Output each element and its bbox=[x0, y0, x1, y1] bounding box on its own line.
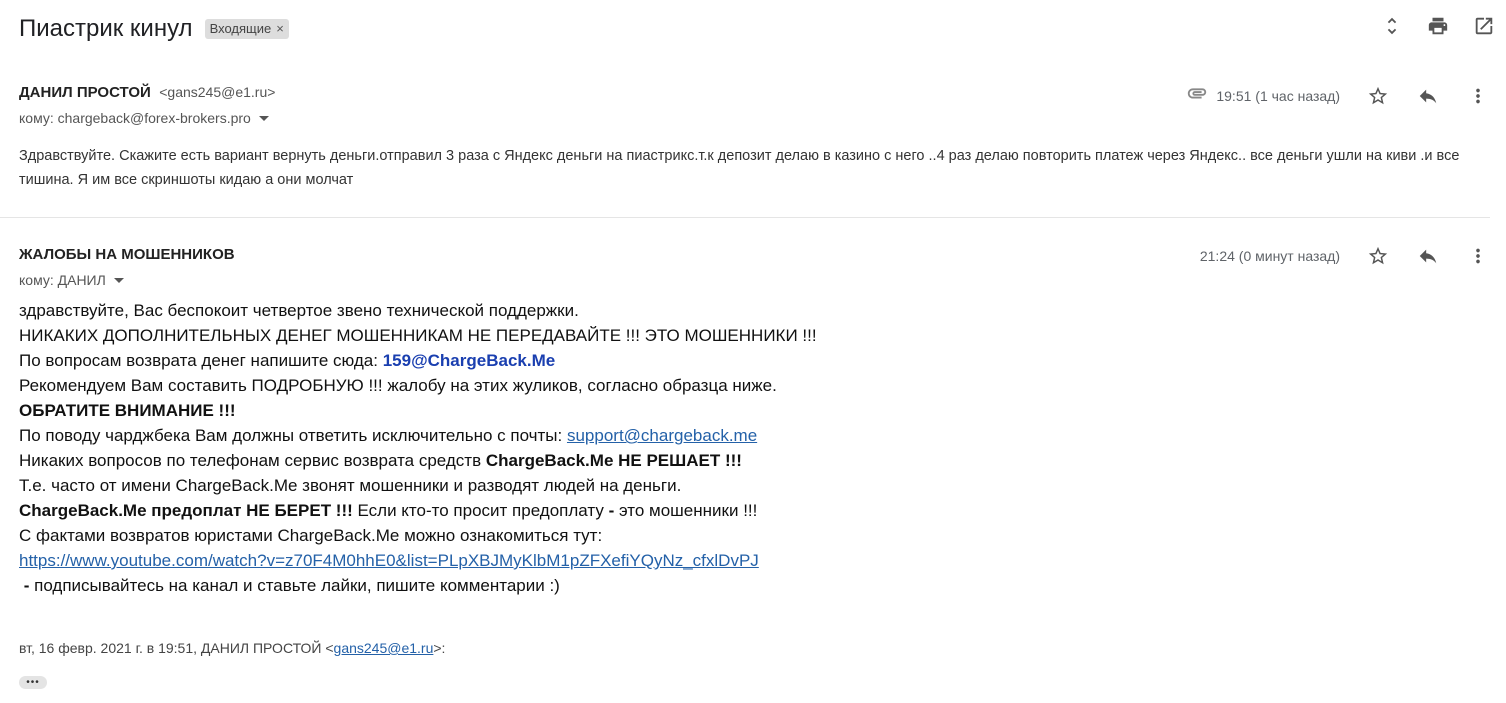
body-line: Т.е. часто от имени ChargeBack.Me звонят… bbox=[19, 476, 682, 495]
youtube-link[interactable]: https://www.youtube.com/watch?v=z70F4M0h… bbox=[19, 551, 759, 570]
thread-subject: Пиастрик кинул bbox=[19, 15, 193, 42]
message-1-body: Здравствуйте. Скажите есть вариант верну… bbox=[19, 148, 1460, 188]
message-1-meta: 19:51 (1 час назад) bbox=[1186, 82, 1490, 109]
body-line: здравствуйте, Вас беспокоит четвертое зв… bbox=[19, 301, 579, 320]
quoted-header: вт, 16 февр. 2021 г. в 19:51, ДАНИЛ ПРОС… bbox=[19, 640, 445, 656]
body-text: Никаких вопросов по телефонам сервис воз… bbox=[19, 451, 486, 470]
recipient-text: кому: chargeback@forex-brokers.pro bbox=[19, 110, 251, 126]
star-icon[interactable] bbox=[1366, 244, 1390, 268]
quote-email-link[interactable]: gans245@e1.ru bbox=[334, 640, 434, 656]
body-line: Никаких вопросов по телефонам сервис воз… bbox=[19, 448, 1490, 473]
message-1: ДАНИЛ ПРОСТОЙ <gans245@e1.ru> кому: char… bbox=[19, 84, 1490, 192]
show-details-caret-icon[interactable] bbox=[113, 277, 124, 283]
attachment-icon bbox=[1186, 82, 1208, 109]
body-line: ChargeBack.Me предоплат НЕ БЕРЕТ !!! Есл… bbox=[19, 498, 1490, 523]
thread-toolbar bbox=[1380, 14, 1496, 38]
more-vert-icon[interactable] bbox=[1466, 84, 1490, 108]
message-divider bbox=[0, 217, 1490, 218]
body-line: https://www.youtube.com/watch?v=z70F4M0h… bbox=[19, 548, 1490, 573]
body-text: Если кто-то просит предоплату bbox=[352, 501, 609, 520]
show-trimmed-content-button[interactable]: ••• bbox=[19, 676, 47, 689]
message-2: ЖАЛОБЫ НА МОШЕННИКОВ кому: ДАНИЛ 21:24 (… bbox=[19, 246, 1490, 598]
sender-name: ДАНИЛ ПРОСТОЙ bbox=[19, 84, 151, 101]
subject-row: Пиастрик кинул Входящие × bbox=[19, 12, 289, 46]
body-line: НИКАКИХ ДОПОЛНИТЕЛЬНЫХ ДЕНЕГ МОШЕННИКАМ … bbox=[19, 326, 817, 345]
sender-name: ЖАЛОБЫ НА МОШЕННИКОВ bbox=[19, 246, 235, 263]
body-line: По вопросам возврата денег напишите сюда… bbox=[19, 348, 1490, 373]
sender-email: <gans245@e1.ru> bbox=[159, 84, 276, 100]
body-line: ОБРАТИТЕ ВНИМАНИЕ !!! bbox=[19, 401, 236, 420]
body-bold-text: ChargeBack.Me НЕ РЕШАЕТ !!! bbox=[485, 451, 742, 470]
recipient-line[interactable]: кому: chargeback@forex-brokers.pro bbox=[19, 110, 1490, 126]
body-bold-dash: - bbox=[19, 576, 30, 595]
inbox-label-chip[interactable]: Входящие × bbox=[204, 19, 289, 39]
body-line: Рекомендуем Вам составить ПОДРОБНУЮ !!! … bbox=[19, 376, 777, 395]
body-bold-text: ChargeBack.Me предоплат НЕ БЕРЕТ !!! bbox=[19, 501, 353, 520]
star-icon[interactable] bbox=[1366, 84, 1390, 108]
message-2-meta: 21:24 (0 минут назад) bbox=[1200, 244, 1490, 268]
reply-icon[interactable] bbox=[1416, 244, 1440, 268]
show-details-caret-icon[interactable] bbox=[258, 115, 269, 121]
quote-suffix: >: bbox=[433, 640, 446, 656]
open-in-new-window-icon[interactable] bbox=[1472, 14, 1496, 38]
inbox-label-text: Входящие bbox=[209, 21, 272, 36]
reply-icon[interactable] bbox=[1416, 84, 1440, 108]
quote-prefix: вт, 16 февр. 2021 г. в 19:51, ДАНИЛ ПРОС… bbox=[19, 640, 334, 656]
body-text: По поводу чарджбека Вам должны ответить … bbox=[19, 426, 567, 445]
expand-collapse-icon[interactable] bbox=[1380, 14, 1404, 38]
recipient-line[interactable]: кому: ДАНИЛ bbox=[19, 272, 1490, 288]
body-text: это мошенники !!! bbox=[614, 501, 758, 520]
recipient-text: кому: ДАНИЛ bbox=[19, 272, 106, 288]
print-icon[interactable] bbox=[1426, 14, 1450, 38]
more-vert-icon[interactable] bbox=[1466, 244, 1490, 268]
body-line: - подписывайтесь на канал и ставьте лайк… bbox=[19, 573, 1490, 598]
body-line: С фактами возвратов юристами ChargeBack.… bbox=[19, 526, 603, 545]
message-time: 19:51 (1 час назад) bbox=[1216, 87, 1340, 104]
message-time: 21:24 (0 минут назад) bbox=[1199, 248, 1340, 264]
remove-label-button[interactable]: × bbox=[276, 21, 284, 36]
message-2-body: здравствуйте, Вас беспокоит четвертое зв… bbox=[19, 298, 1490, 598]
contact-email: 159@ChargeBack.Me bbox=[382, 351, 556, 370]
body-line: По поводу чарджбека Вам должны ответить … bbox=[19, 423, 1490, 448]
body-text: По вопросам возврата денег напишите сюда… bbox=[19, 351, 383, 370]
support-email-link[interactable]: support@chargeback.me bbox=[567, 426, 757, 445]
body-text: подписывайтесь на канал и ставьте лайки,… bbox=[29, 576, 560, 595]
